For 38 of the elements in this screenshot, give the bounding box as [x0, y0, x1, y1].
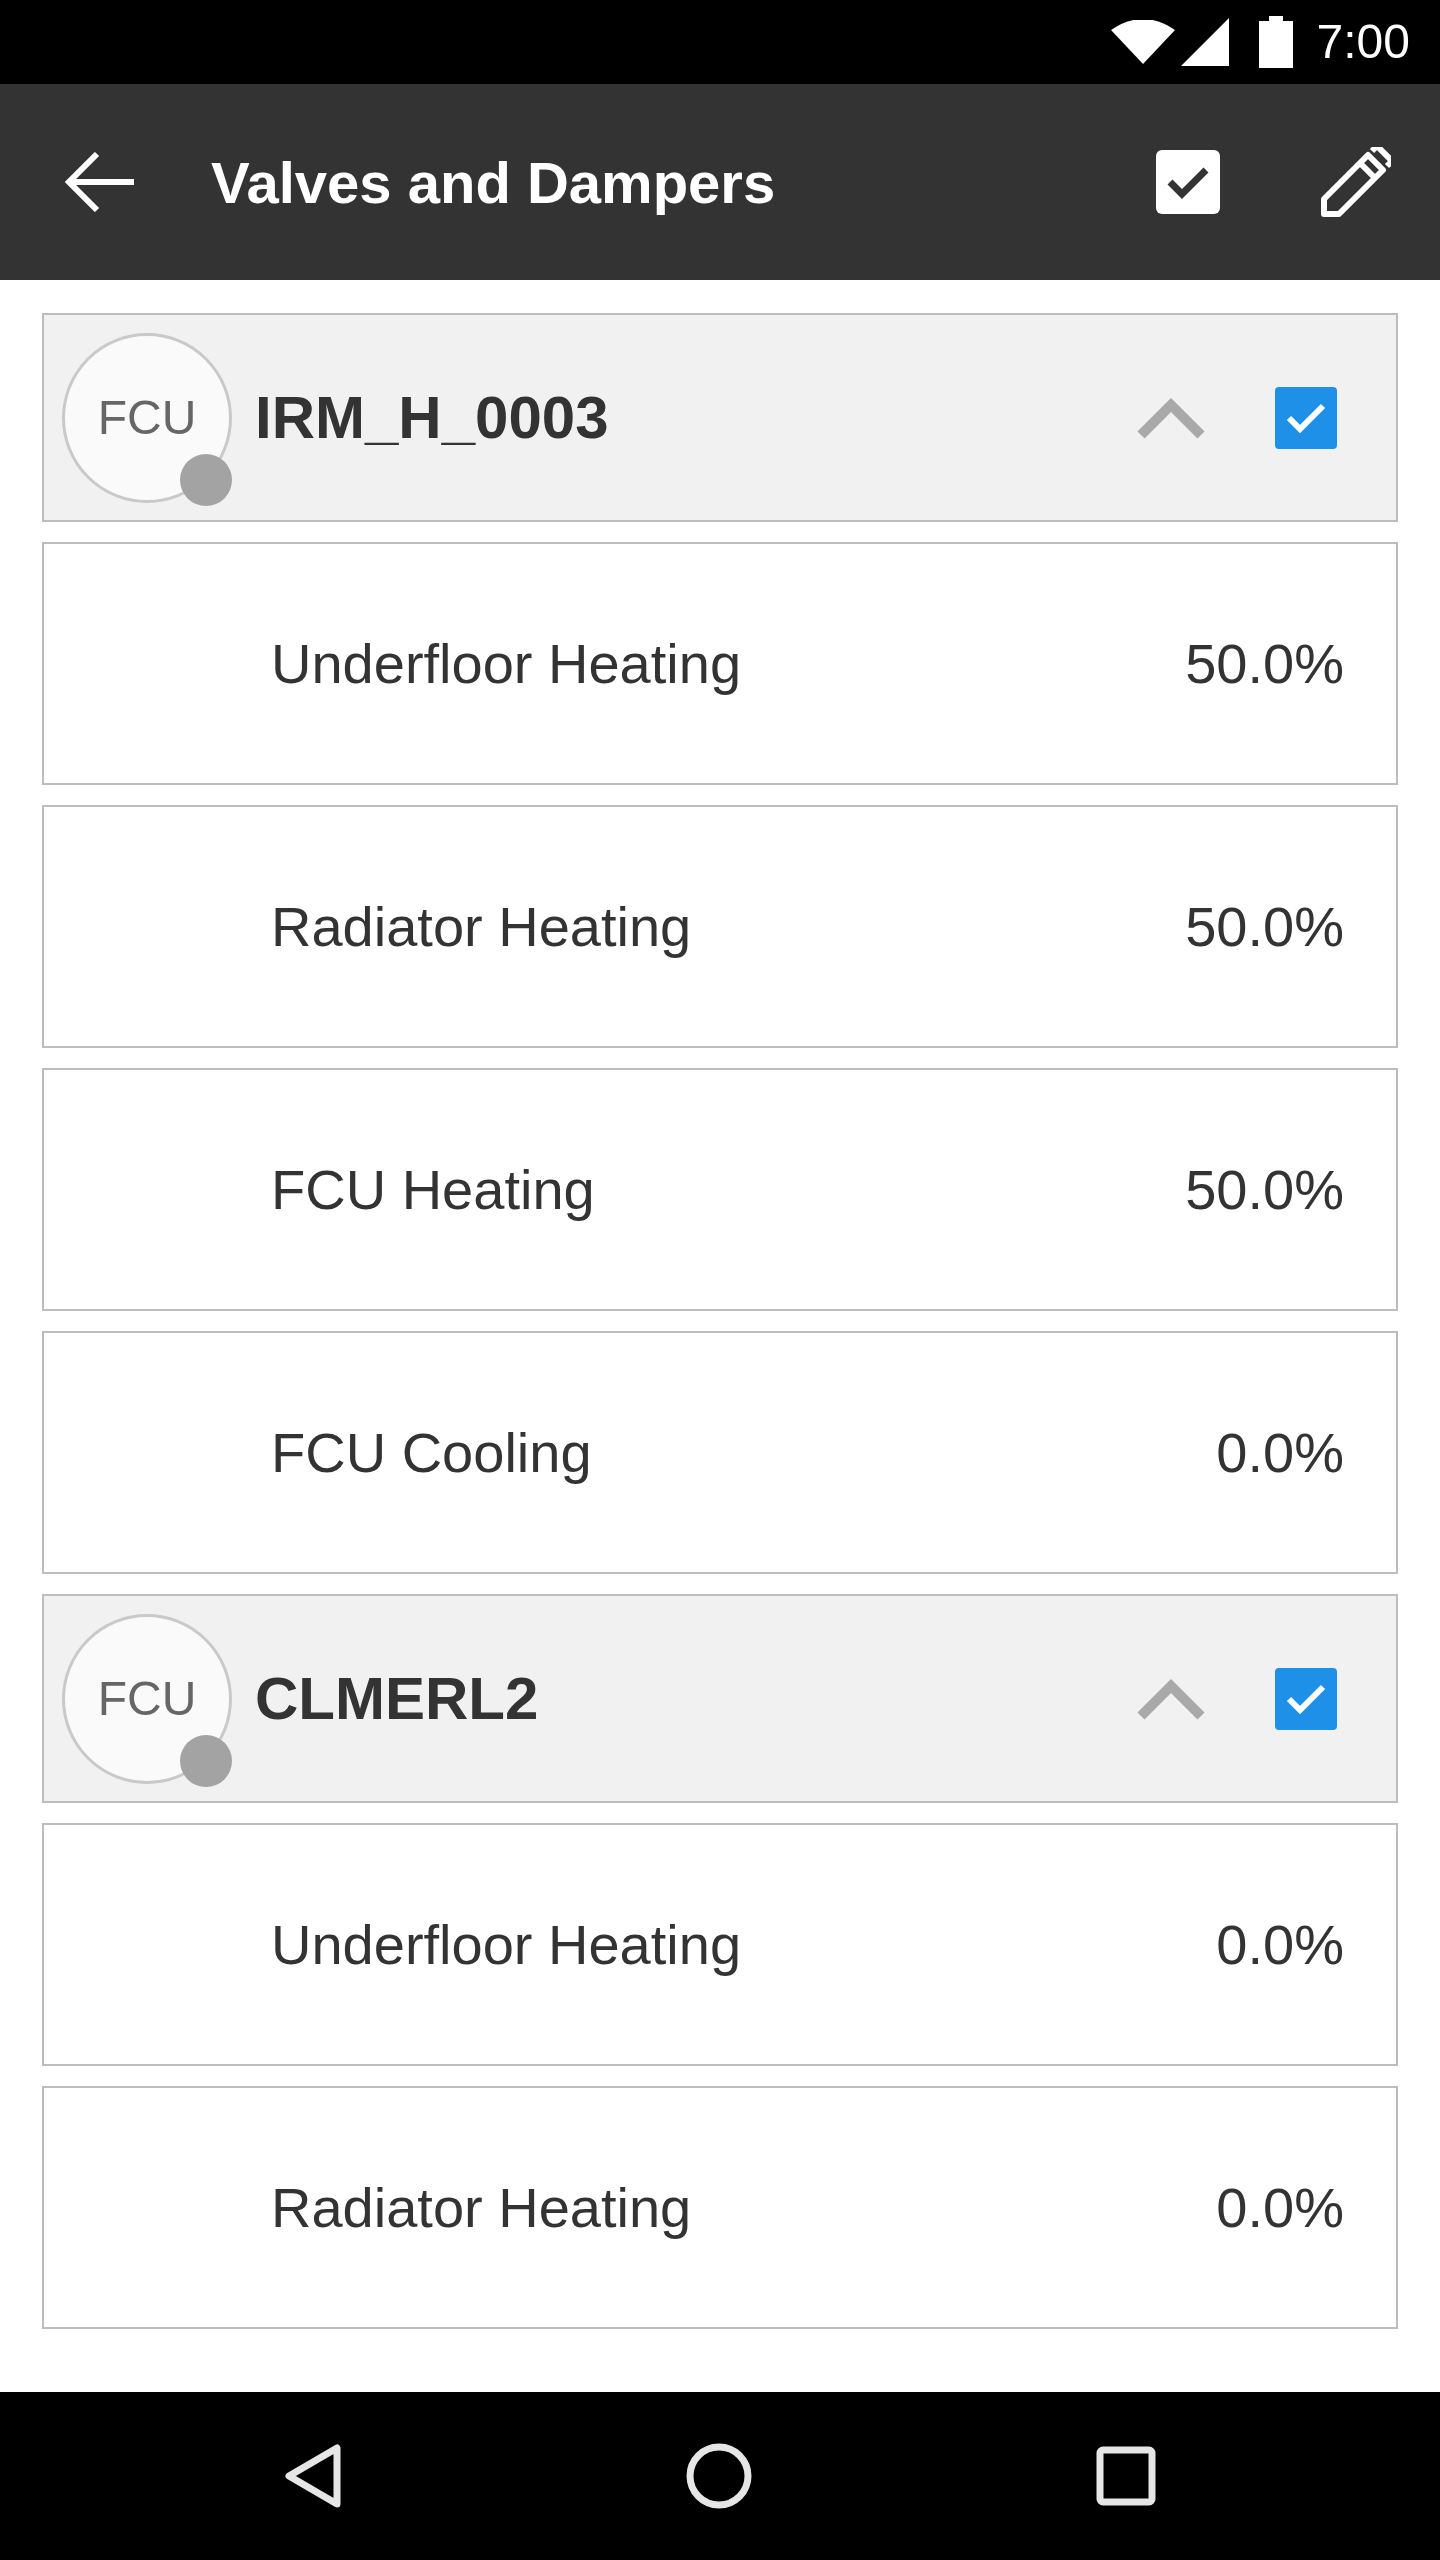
valve-value: 50.0%: [1185, 1157, 1344, 1222]
valve-value: 0.0%: [1216, 1420, 1344, 1485]
group-name: CLMERL2: [255, 1664, 540, 1733]
valve-row[interactable]: Underfloor Heating 0.0%: [42, 1823, 1398, 2066]
valve-value: 0.0%: [1216, 1912, 1344, 1977]
avatar-label: FCU: [97, 1674, 197, 1723]
valve-row[interactable]: Radiator Heating 50.0%: [42, 805, 1398, 1048]
checked-box-icon[interactable]: [1156, 150, 1220, 214]
pencil-icon[interactable]: [1320, 146, 1391, 218]
valve-label: Underfloor Heating: [271, 1912, 743, 1977]
signal-icon: [1180, 18, 1229, 66]
valve-row[interactable]: FCU Heating 50.0%: [42, 1068, 1398, 1311]
valve-value: 0.0%: [1216, 2175, 1344, 2240]
status-time: 7:00: [1316, 18, 1410, 66]
battery-icon: [1258, 16, 1293, 68]
avatar-label: FCU: [97, 393, 197, 442]
valve-label: Radiator Heating: [271, 2175, 693, 2240]
valve-value: 50.0%: [1185, 894, 1344, 959]
valve-label: FCU Heating: [271, 1157, 596, 1222]
checkbox[interactable]: [1275, 1667, 1337, 1730]
recent-apps-icon[interactable]: [1096, 2446, 1156, 2506]
check-icon: [1286, 402, 1326, 433]
valve-value: 50.0%: [1185, 631, 1344, 696]
valve-row[interactable]: Radiator Heating 0.0%: [42, 2086, 1398, 2329]
valve-label: Underfloor Heating: [271, 631, 743, 696]
home-icon[interactable]: [686, 2443, 752, 2509]
screen-title: Valves and Dampers: [211, 148, 777, 216]
back-icon[interactable]: [284, 2443, 342, 2509]
valve-label: Radiator Heating: [271, 894, 693, 959]
valve-row[interactable]: FCU Cooling 0.0%: [42, 1331, 1398, 1574]
valve-row[interactable]: Underfloor Heating 50.0%: [42, 542, 1398, 785]
check-icon: [1286, 1683, 1326, 1714]
status-dot-icon: [180, 453, 232, 506]
valve-label: FCU Cooling: [271, 1420, 593, 1485]
checkbox[interactable]: [1275, 386, 1337, 449]
group-name: IRM_H_0003: [255, 383, 610, 452]
wifi-icon: [1110, 20, 1175, 64]
status-dot-icon: [180, 1734, 232, 1787]
